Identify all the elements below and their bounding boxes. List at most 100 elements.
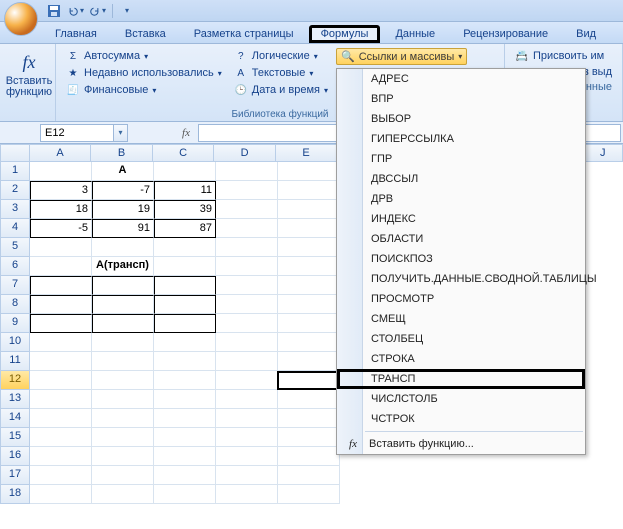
row-header[interactable]: 11 bbox=[0, 352, 30, 371]
cell[interactable] bbox=[30, 257, 92, 276]
cell[interactable]: 11 bbox=[154, 181, 216, 200]
datetime-button[interactable]: 🕒 Дата и время▾ bbox=[230, 82, 332, 98]
col-header[interactable]: A bbox=[30, 144, 92, 162]
redo-icon[interactable] bbox=[90, 3, 106, 19]
cell[interactable] bbox=[216, 466, 278, 485]
define-name-button[interactable]: 📇 Присвоить им bbox=[511, 48, 616, 64]
cell[interactable] bbox=[278, 295, 340, 314]
cell[interactable] bbox=[216, 428, 278, 447]
row-header[interactable]: 18 bbox=[0, 485, 30, 504]
cell[interactable] bbox=[92, 238, 154, 257]
cell[interactable]: 18 bbox=[30, 200, 92, 219]
row-header[interactable]: 9 bbox=[0, 314, 30, 333]
cell[interactable] bbox=[30, 333, 92, 352]
cell[interactable] bbox=[30, 466, 92, 485]
logical-button[interactable]: ? Логические▾ bbox=[230, 48, 332, 64]
autosum-button[interactable]: Σ Автосумма▾ bbox=[62, 48, 226, 64]
row-header[interactable]: 17 bbox=[0, 466, 30, 485]
name-box-dropdown[interactable]: ▾ bbox=[114, 124, 128, 142]
cell[interactable] bbox=[216, 162, 278, 181]
office-button[interactable] bbox=[4, 2, 38, 36]
cell[interactable] bbox=[216, 390, 278, 409]
tab-formulas[interactable]: Формулы bbox=[309, 25, 381, 43]
cell[interactable] bbox=[278, 314, 340, 333]
dropdown-item-поискпоз[interactable]: ПОИСКПОЗ bbox=[337, 249, 585, 269]
cell[interactable] bbox=[278, 200, 340, 219]
cell[interactable] bbox=[278, 181, 340, 200]
cell[interactable] bbox=[30, 371, 92, 390]
undo-icon[interactable] bbox=[68, 3, 84, 19]
tab-review[interactable]: Рецензирование bbox=[450, 24, 561, 43]
cell[interactable] bbox=[154, 466, 216, 485]
tab-data[interactable]: Данные bbox=[382, 24, 448, 43]
cell[interactable] bbox=[216, 314, 278, 333]
dropdown-item-двссыл[interactable]: ДВССЫЛ bbox=[337, 169, 585, 189]
dropdown-item-числстолб[interactable]: ЧИСЛСТОЛБ bbox=[337, 389, 585, 409]
cell[interactable] bbox=[92, 276, 154, 295]
dropdown-item-выбор[interactable]: ВЫБОР bbox=[337, 109, 585, 129]
cell[interactable] bbox=[278, 257, 340, 276]
row-header[interactable]: 2 bbox=[0, 181, 30, 200]
cell[interactable] bbox=[154, 428, 216, 447]
cell[interactable] bbox=[30, 276, 92, 295]
cell[interactable] bbox=[216, 238, 278, 257]
cell[interactable] bbox=[154, 485, 216, 504]
col-header[interactable]: E bbox=[276, 144, 338, 162]
row-header[interactable]: 12 bbox=[0, 371, 30, 390]
cell[interactable] bbox=[30, 352, 92, 371]
cell[interactable]: 3 bbox=[30, 181, 92, 200]
dropdown-item-гиперссылка[interactable]: ГИПЕРССЫЛКА bbox=[337, 129, 585, 149]
cell[interactable] bbox=[278, 219, 340, 238]
col-header[interactable]: J bbox=[583, 144, 623, 162]
row-header[interactable]: 10 bbox=[0, 333, 30, 352]
tab-view[interactable]: Вид bbox=[563, 24, 609, 43]
col-header[interactable]: C bbox=[153, 144, 215, 162]
dropdown-item-индекс[interactable]: ИНДЕКС bbox=[337, 209, 585, 229]
cell[interactable] bbox=[278, 238, 340, 257]
cell[interactable] bbox=[154, 162, 216, 181]
cell[interactable]: А(трансп) bbox=[92, 257, 154, 276]
cell[interactable]: 91 bbox=[92, 219, 154, 238]
cell[interactable] bbox=[216, 333, 278, 352]
cell[interactable]: 39 bbox=[154, 200, 216, 219]
cell[interactable]: -7 bbox=[92, 181, 154, 200]
cell[interactable] bbox=[92, 295, 154, 314]
cell[interactable] bbox=[154, 390, 216, 409]
cell[interactable] bbox=[154, 257, 216, 276]
cell[interactable]: -5 bbox=[30, 219, 92, 238]
cell[interactable] bbox=[154, 409, 216, 428]
cell[interactable] bbox=[278, 466, 340, 485]
cell[interactable] bbox=[216, 295, 278, 314]
cell[interactable] bbox=[216, 485, 278, 504]
cell[interactable] bbox=[278, 276, 340, 295]
dropdown-item-получить.данные.сводной.таблицы[interactable]: ПОЛУЧИТЬ.ДАННЫЕ.СВОДНОЙ.ТАБЛИЦЫ bbox=[337, 269, 585, 289]
tab-home[interactable]: Главная bbox=[42, 24, 110, 43]
cell[interactable] bbox=[30, 390, 92, 409]
dropdown-item-дрв[interactable]: ДРВ bbox=[337, 189, 585, 209]
cell[interactable] bbox=[216, 371, 278, 390]
cell[interactable] bbox=[30, 485, 92, 504]
row-header[interactable]: 6 bbox=[0, 257, 30, 276]
cell[interactable] bbox=[30, 447, 92, 466]
dropdown-item-трансп[interactable]: ТРАНСП bbox=[337, 369, 585, 389]
cell[interactable] bbox=[278, 371, 340, 390]
row-header[interactable]: 1 bbox=[0, 162, 30, 181]
col-header[interactable]: D bbox=[214, 144, 276, 162]
tab-pagelayout[interactable]: Разметка страницы bbox=[181, 24, 307, 43]
cell[interactable] bbox=[154, 447, 216, 466]
cell[interactable] bbox=[278, 409, 340, 428]
cell[interactable] bbox=[154, 276, 216, 295]
cell[interactable] bbox=[30, 162, 92, 181]
name-box[interactable] bbox=[40, 124, 114, 142]
row-header[interactable]: 14 bbox=[0, 409, 30, 428]
cell[interactable] bbox=[92, 352, 154, 371]
dropdown-item-столбец[interactable]: СТОЛБЕЦ bbox=[337, 329, 585, 349]
cell[interactable] bbox=[92, 485, 154, 504]
cell[interactable] bbox=[278, 352, 340, 371]
cell[interactable] bbox=[30, 295, 92, 314]
dropdown-item-гпр[interactable]: ГПР bbox=[337, 149, 585, 169]
cell[interactable] bbox=[92, 333, 154, 352]
tab-insert[interactable]: Вставка bbox=[112, 24, 179, 43]
cell[interactable] bbox=[154, 352, 216, 371]
cell[interactable] bbox=[278, 428, 340, 447]
